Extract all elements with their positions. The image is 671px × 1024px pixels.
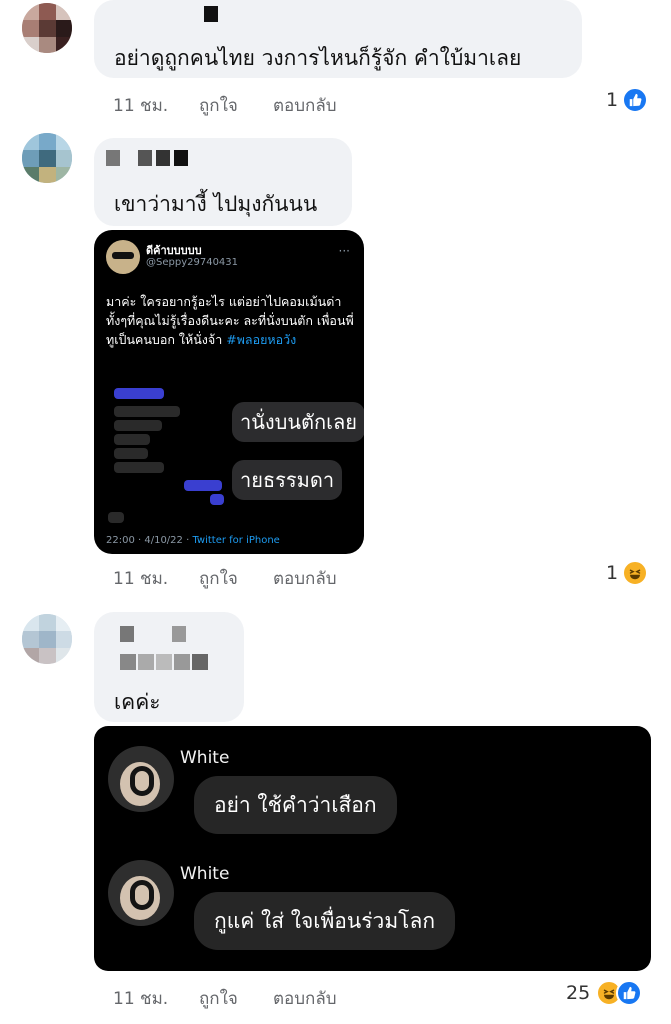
- reaction-summary[interactable]: 25: [566, 980, 643, 1006]
- reply-link[interactable]: ตอบกลับ: [273, 985, 337, 1012]
- commenter-avatar[interactable]: [22, 3, 72, 53]
- tweet-screenshot-image[interactable]: ดีค้าบบบบบ @Seppy29740431 ··· มาค่ะ ใครอ…: [94, 230, 364, 554]
- like-link[interactable]: ถูกใจ: [199, 985, 273, 1012]
- dm-sender-name: White: [180, 748, 230, 768]
- chat-chip: [114, 448, 148, 459]
- commenter-name-blurred[interactable]: [204, 6, 218, 22]
- tweet-author-handle: @Seppy29740431: [146, 257, 239, 268]
- comment-actions: 11 ชม. ถูกใจ ตอบกลับ: [113, 92, 337, 119]
- chat-chip: [114, 462, 164, 473]
- tweet-body: มาค่ะ ใครอยากรู้อะไร แต่อย่าไปคอมเม้นด่า…: [106, 292, 356, 349]
- tweet-footer: 22:00 · 4/10/22 · Twitter for iPhone: [106, 535, 280, 546]
- reaction-summary[interactable]: 1: [606, 560, 649, 586]
- reply-link[interactable]: ตอบกลับ: [273, 92, 337, 119]
- like-icon: [616, 980, 643, 1006]
- reaction-summary[interactable]: 1: [606, 87, 649, 113]
- reply-link[interactable]: ตอบกลับ: [273, 565, 337, 592]
- chat-chip: [114, 434, 150, 445]
- reaction-count: 1: [606, 562, 619, 584]
- more-icon: ···: [338, 244, 350, 258]
- chat-chip: [108, 512, 124, 523]
- reaction-count: 25: [566, 982, 591, 1004]
- chat-chip: [114, 420, 162, 431]
- dm-avatar: [108, 746, 174, 812]
- chat-bubble-large: ายธรรมดา: [232, 460, 343, 500]
- tweet-embedded-chat-image: านั่งบนตักเลย ายธรรมดา: [104, 380, 364, 530]
- comment-text: อย่าดูถูกคนไทย วงการไหนก็รู้จัก คำใบ้มาเ…: [114, 46, 522, 70]
- commenter-avatar[interactable]: [22, 614, 72, 664]
- reaction-count: 1: [606, 89, 619, 111]
- haha-icon: [622, 560, 649, 586]
- dm-message-bubble: กูแค่ ใส่ ใจเพื่อนร่วมโลก: [194, 892, 456, 950]
- like-link[interactable]: ถูกใจ: [199, 92, 273, 119]
- comment-time[interactable]: 11 ชม.: [113, 92, 199, 119]
- comment-time[interactable]: 11 ชม.: [113, 565, 199, 592]
- dm-message-bubble: อย่า ใช้คำว่าเสือก: [194, 776, 397, 834]
- tweet-hashtag: #พลอยหอวัง: [226, 332, 297, 347]
- commenter-name-blurred[interactable]: [120, 626, 186, 642]
- comment-text: เขาว่ามางี้ ไปมุงกันนน: [114, 192, 318, 216]
- chat-chip: [210, 494, 224, 505]
- like-link[interactable]: ถูกใจ: [199, 565, 273, 592]
- chat-chip: [114, 388, 164, 399]
- dm-screenshot-image[interactable]: White อย่า ใช้คำว่าเสือก White กูแค่ ใส่…: [94, 726, 651, 971]
- chat-chip: [184, 480, 222, 491]
- like-icon: [622, 87, 649, 113]
- dm-sender-name: White: [180, 864, 230, 884]
- commenter-name-blurred[interactable]: [120, 654, 208, 670]
- tweet-timestamp: 22:00 · 4/10/22 ·: [106, 535, 190, 546]
- comment-text: เคค่ะ: [114, 690, 161, 714]
- commenter-avatar[interactable]: [22, 133, 72, 183]
- tweet-avatar: [106, 240, 140, 274]
- comment-actions: 11 ชม. ถูกใจ ตอบกลับ: [113, 565, 337, 592]
- comment-actions: 11 ชม. ถูกใจ ตอบกลับ: [113, 985, 337, 1012]
- chat-bubble-large: านั่งบนตักเลย: [232, 402, 364, 442]
- commenter-name-blurred[interactable]: [106, 150, 188, 166]
- chat-chip: [114, 406, 180, 417]
- tweet-source: Twitter for iPhone: [192, 535, 280, 546]
- comment-time[interactable]: 11 ชม.: [113, 985, 199, 1012]
- dm-avatar: [108, 860, 174, 926]
